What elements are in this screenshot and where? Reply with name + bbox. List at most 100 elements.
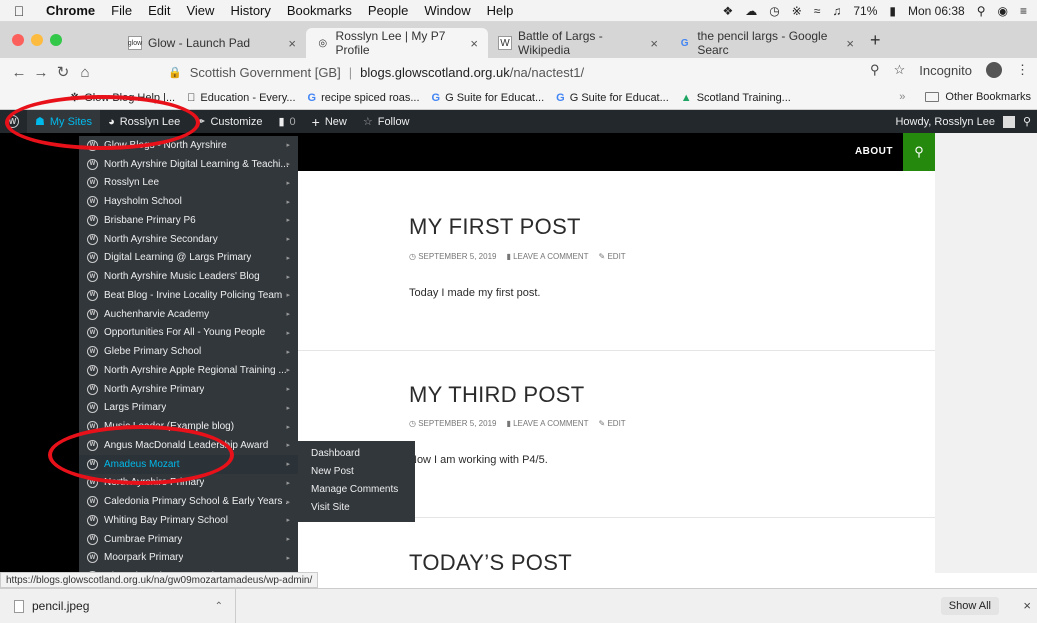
my-sites-item[interactable]: W North Ayrshire Primary ▸ bbox=[79, 380, 298, 399]
my-sites-item[interactable]: W Opportunities For All - Young People ▸ bbox=[79, 324, 298, 343]
my-sites-item[interactable]: W Whiting Bay Primary School ▸ bbox=[79, 511, 298, 530]
bookmarks-overflow-icon[interactable]: » bbox=[899, 91, 905, 103]
leave-comment-link[interactable]: ▮ LEAVE A COMMENT bbox=[506, 419, 588, 428]
my-sites-item[interactable]: W Brisbane Primary P6 ▸ bbox=[79, 211, 298, 230]
my-sites-item[interactable]: W Auchenharvie Academy ▸ bbox=[79, 305, 298, 324]
menu-people[interactable]: People bbox=[360, 3, 416, 18]
search-icon[interactable]: ⚲ bbox=[1023, 115, 1031, 128]
post-date[interactable]: ◷ SEPTEMBER 5, 2019 bbox=[409, 252, 496, 261]
new-content-menu[interactable]: + New bbox=[304, 110, 355, 133]
bookmark-star-icon[interactable]: ☆ bbox=[894, 62, 906, 78]
comments-link[interactable]: ▮ 0 bbox=[270, 110, 303, 133]
close-tab-icon[interactable]: × bbox=[470, 36, 478, 51]
post-title[interactable]: MY FIRST POST bbox=[409, 214, 581, 240]
chrome-menu-icon[interactable]: ⋮ bbox=[1016, 62, 1029, 78]
menu-history[interactable]: History bbox=[222, 3, 278, 18]
time-machine-icon[interactable]: ◷ bbox=[769, 4, 779, 18]
address-bar[interactable]: 🔒 Scottish Government [GB] | blogs.glows… bbox=[168, 61, 584, 83]
cloud-icon[interactable]: ☁ bbox=[745, 4, 757, 18]
site-identity: Scottish Government [GB] bbox=[189, 64, 341, 80]
tab-google-search[interactable]: G the pencil largs - Google Searc × bbox=[668, 28, 864, 58]
my-sites-item[interactable]: W Caledonia Primary School & Early Years … bbox=[79, 492, 298, 511]
submenu-new-post[interactable]: New Post bbox=[298, 462, 415, 480]
zoom-window-button[interactable] bbox=[50, 34, 62, 46]
wifi-icon[interactable]: ≈ bbox=[814, 4, 821, 18]
my-sites-item[interactable]: W North Ayrshire Music Leaders' Blog ▸ bbox=[79, 267, 298, 286]
account-menu[interactable]: Howdy, Rosslyn Lee ⚲ bbox=[895, 110, 1031, 133]
zoom-search-icon[interactable]: ⚲ bbox=[870, 62, 880, 78]
search-toggle[interactable]: ⚲ bbox=[903, 133, 935, 171]
my-sites-item[interactable]: W Beat Blog - Irvine Locality Policing Te… bbox=[79, 286, 298, 305]
volume-icon[interactable]: ♫ bbox=[832, 4, 841, 18]
incognito-label[interactable]: Incognito bbox=[919, 63, 972, 78]
post-body: Now I am working with P4/5. bbox=[409, 454, 548, 466]
edit-link[interactable]: ✎ EDIT bbox=[599, 419, 626, 428]
chevron-up-icon[interactable]: ⌃ bbox=[215, 601, 223, 612]
bookmark-item[interactable]: G G Suite for Educat... bbox=[432, 92, 545, 104]
my-sites-item[interactable]: W Moorpark Primary ▸ bbox=[79, 549, 298, 568]
download-item[interactable]: pencil.jpeg ⌃ bbox=[0, 588, 236, 623]
menu-window[interactable]: Window bbox=[416, 3, 478, 18]
new-tab-button[interactable]: + bbox=[870, 30, 881, 51]
clock[interactable]: Mon 06:38 bbox=[908, 4, 965, 18]
siri-icon[interactable]: ◉ bbox=[998, 4, 1008, 18]
spotlight-icon[interactable]: ⚲ bbox=[977, 4, 986, 18]
my-sites-item-label: Glebe Primary School bbox=[104, 346, 202, 358]
menu-view[interactable]: View bbox=[178, 3, 222, 18]
minimize-window-button[interactable] bbox=[31, 34, 43, 46]
submenu-visit-site[interactable]: Visit Site bbox=[298, 498, 415, 516]
incognito-icon[interactable] bbox=[986, 62, 1002, 78]
my-sites-item[interactable]: W Largs Primary ▸ bbox=[79, 399, 298, 418]
bookmark-item[interactable]: G G Suite for Educat... bbox=[556, 92, 669, 104]
bookmark-item[interactable]: G recipe spiced roas... bbox=[308, 92, 420, 104]
apple-icon[interactable]:  bbox=[0, 3, 38, 19]
tab-glow-launch-pad[interactable]: glow Glow - Launch Pad × bbox=[118, 28, 306, 58]
follow-link[interactable]: ☆ Follow bbox=[355, 110, 418, 133]
menu-file[interactable]: File bbox=[103, 3, 140, 18]
bookmark-item[interactable]: ▲ Scotland Training... bbox=[681, 92, 791, 104]
bookmark-item[interactable]:  Education - Every... bbox=[187, 92, 295, 104]
close-tab-icon[interactable]: × bbox=[288, 36, 296, 51]
leave-comment-link[interactable]: ▮ LEAVE A COMMENT bbox=[506, 252, 588, 261]
my-sites-item[interactable]: W Rosslyn Lee ▸ bbox=[79, 174, 298, 193]
my-sites-item[interactable]: W North Ayrshire Digital Learning & Teach… bbox=[79, 155, 298, 174]
battery-percent[interactable]: 71% bbox=[853, 4, 877, 18]
post-title[interactable]: TODAY’S POST bbox=[409, 550, 572, 576]
lock-icon[interactable]: 🔒 bbox=[168, 66, 182, 79]
tab-battle-of-largs[interactable]: W Battle of Largs - Wikipedia × bbox=[488, 28, 668, 58]
google-bookmark-icon: G bbox=[432, 92, 441, 104]
dropbox-icon[interactable]: ❖ bbox=[722, 4, 733, 18]
chevron-right-icon: ▸ bbox=[286, 442, 290, 450]
home-icon[interactable]: ⌂ bbox=[74, 64, 96, 81]
notification-center-icon[interactable]: ≡ bbox=[1020, 4, 1027, 18]
customize-link[interactable]: ✒ Customize bbox=[188, 110, 270, 133]
forward-icon[interactable]: → bbox=[30, 64, 52, 81]
my-sites-item[interactable]: W North Ayrshire Apple Regional Training … bbox=[79, 361, 298, 380]
other-bookmarks[interactable]: » Other Bookmarks bbox=[899, 91, 1031, 103]
reload-icon[interactable]: ↻ bbox=[52, 63, 74, 81]
post-title[interactable]: MY THIRD POST bbox=[409, 382, 584, 408]
show-all-button[interactable]: Show All bbox=[940, 597, 999, 615]
tab-rosslyn-lee-profile[interactable]: ◎ Rosslyn Lee | My P7 Profile × bbox=[306, 28, 488, 58]
close-tab-icon[interactable]: × bbox=[846, 36, 854, 51]
back-icon[interactable]: ← bbox=[8, 64, 30, 81]
my-sites-item[interactable]: W Cumbrae Primary ▸ bbox=[79, 530, 298, 549]
my-sites-item[interactable]: W Glebe Primary School ▸ bbox=[79, 342, 298, 361]
close-tab-icon[interactable]: × bbox=[650, 36, 658, 51]
post-body: Today I made my first post. bbox=[409, 287, 541, 299]
menu-help[interactable]: Help bbox=[479, 3, 522, 18]
close-icon[interactable]: × bbox=[1023, 598, 1031, 613]
post-date[interactable]: ◷ SEPTEMBER 5, 2019 bbox=[409, 419, 496, 428]
menu-edit[interactable]: Edit bbox=[140, 3, 178, 18]
my-sites-item[interactable]: W Haysholm School ▸ bbox=[79, 192, 298, 211]
edit-link[interactable]: ✎ EDIT bbox=[599, 252, 626, 261]
submenu-manage-comments[interactable]: Manage Comments bbox=[298, 480, 415, 498]
close-window-button[interactable] bbox=[12, 34, 24, 46]
my-sites-item[interactable]: W North Ayrshire Secondary ▸ bbox=[79, 230, 298, 249]
menu-chrome[interactable]: Chrome bbox=[38, 3, 103, 18]
submenu-dashboard[interactable]: Dashboard bbox=[298, 444, 415, 462]
nav-about[interactable]: ABOUT bbox=[855, 146, 893, 157]
menu-bookmarks[interactable]: Bookmarks bbox=[279, 3, 360, 18]
bluetooth-icon[interactable]: ※ bbox=[792, 4, 802, 18]
my-sites-item[interactable]: W Digital Learning @ Largs Primary ▸ bbox=[79, 249, 298, 268]
